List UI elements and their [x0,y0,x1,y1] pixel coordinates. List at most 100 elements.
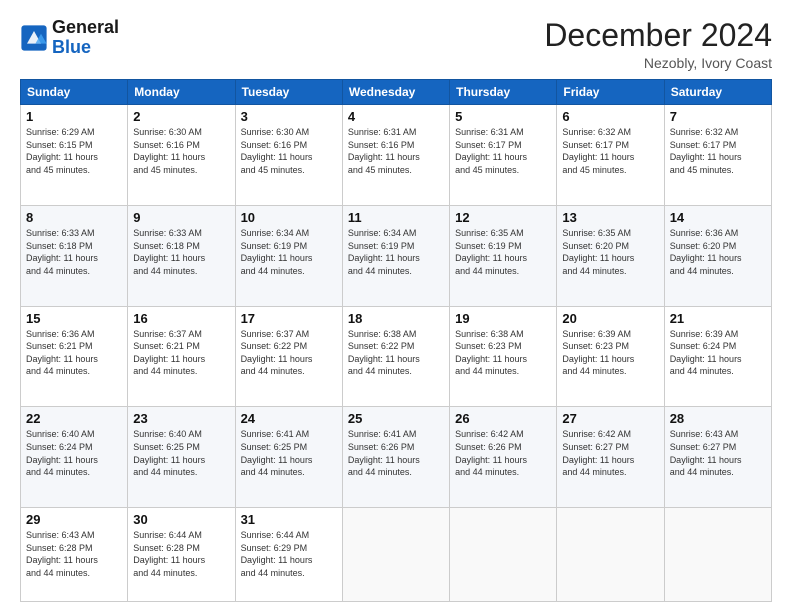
table-row: 8Sunrise: 6:33 AM Sunset: 6:18 PM Daylig… [21,205,128,306]
day-number: 29 [26,512,122,527]
day-number: 23 [133,411,229,426]
day-info: Sunrise: 6:41 AM Sunset: 6:25 PM Dayligh… [241,428,337,478]
table-row: 15 Sunrise: 6:36 AM Sunset: 6:21 PM Dayli… [21,306,128,407]
day-info: Sunrise: 6:34 AM Sunset: 6:19 PM Dayligh… [241,227,337,277]
day-info: Sunrise: 6:44 AM Sunset: 6:28 PM Dayligh… [133,529,229,579]
day-number: 13 [562,210,658,225]
day-info: Sunrise: 6:38 AM Sunset: 6:23 PM Dayligh… [455,328,551,378]
day-info: Sunrise: 6:39 AM Sunset: 6:24 PM Dayligh… [670,328,766,378]
table-row: 23Sunrise: 6:40 AM Sunset: 6:25 PM Dayli… [128,407,235,508]
table-row: 22 Sunrise: 6:40 AM Sunset: 6:24 PM Dayli… [21,407,128,508]
table-row [664,508,771,602]
col-sunday: Sunday [21,80,128,105]
table-row: 3 Sunrise: 6:30 AM Sunset: 6:16 PM Daylig… [235,105,342,206]
day-number: 20 [562,311,658,326]
day-info: Sunrise: 6:35 AM Sunset: 6:20 PM Dayligh… [562,227,658,277]
day-info: Sunrise: 6:30 AM Sunset: 6:16 PM Dayligh… [241,126,337,176]
table-row: 24 Sunrise: 6:41 AM Sunset: 6:25 PM Dayli… [235,407,342,508]
day-number: 2 [133,109,229,124]
col-thursday: Thursday [450,80,557,105]
col-wednesday: Wednesday [342,80,449,105]
col-saturday: Saturday [664,80,771,105]
day-number: 31 [241,512,337,527]
day-number: 17 [241,311,337,326]
day-info: Sunrise: 6:42 AM Sunset: 6:26 PM Dayligh… [455,428,551,478]
table-row: 6 Sunrise: 6:32 AM Sunset: 6:17 PM Daylig… [557,105,664,206]
day-info: Sunrise: 6:36 AM Sunset: 6:20 PM Dayligh… [670,227,766,277]
day-info: Sunrise: 6:30 AM Sunset: 6:16 PM Dayligh… [133,126,229,176]
logo: General Blue [20,18,119,58]
day-info: Sunrise: 6:43 AM Sunset: 6:28 PM Dayligh… [26,529,122,579]
table-row: 17 Sunrise: 6:37 AM Sunset: 6:22 PM Dayli… [235,306,342,407]
day-info: Sunrise: 6:32 AM Sunset: 6:17 PM Dayligh… [562,126,658,176]
calendar-page: General Blue December 2024 Nezobly, Ivor… [0,0,792,612]
table-row: 7Sunrise: 6:32 AM Sunset: 6:17 PM Daylig… [664,105,771,206]
day-info: Sunrise: 6:41 AM Sunset: 6:26 PM Dayligh… [348,428,444,478]
col-monday: Monday [128,80,235,105]
table-row: 26 Sunrise: 6:42 AM Sunset: 6:26 PM Dayli… [450,407,557,508]
day-info: Sunrise: 6:29 AM Sunset: 6:15 PM Dayligh… [26,126,122,176]
day-number: 30 [133,512,229,527]
day-number: 1 [26,109,122,124]
table-row: 9 Sunrise: 6:33 AM Sunset: 6:18 PM Daylig… [128,205,235,306]
col-tuesday: Tuesday [235,80,342,105]
day-info: Sunrise: 6:43 AM Sunset: 6:27 PM Dayligh… [670,428,766,478]
day-info: Sunrise: 6:31 AM Sunset: 6:17 PM Dayligh… [455,126,551,176]
day-number: 15 [26,311,122,326]
month-title: December 2024 [544,18,772,53]
logo-icon [20,24,48,52]
table-row: 1 Sunrise: 6:29 AM Sunset: 6:15 PM Daylig… [21,105,128,206]
title-area: December 2024 Nezobly, Ivory Coast [544,18,772,71]
day-info: Sunrise: 6:39 AM Sunset: 6:23 PM Dayligh… [562,328,658,378]
calendar-header-row: Sunday Monday Tuesday Wednesday Thursday… [21,80,772,105]
day-number: 7 [670,109,766,124]
day-number: 16 [133,311,229,326]
table-row [342,508,449,602]
table-row: 12Sunrise: 6:35 AM Sunset: 6:19 PM Dayli… [450,205,557,306]
logo-text: General Blue [52,18,119,58]
table-row: 27 Sunrise: 6:42 AM Sunset: 6:27 PM Dayli… [557,407,664,508]
location: Nezobly, Ivory Coast [544,55,772,71]
table-row: 25Sunrise: 6:41 AM Sunset: 6:26 PM Dayli… [342,407,449,508]
table-row: 31Sunrise: 6:44 AM Sunset: 6:29 PM Dayli… [235,508,342,602]
day-number: 12 [455,210,551,225]
day-number: 26 [455,411,551,426]
table-row: 2 Sunrise: 6:30 AM Sunset: 6:16 PM Daylig… [128,105,235,206]
day-number: 5 [455,109,551,124]
day-number: 3 [241,109,337,124]
table-row: 30 Sunrise: 6:44 AM Sunset: 6:28 PM Dayli… [128,508,235,602]
table-row [450,508,557,602]
col-friday: Friday [557,80,664,105]
table-row: 16 Sunrise: 6:37 AM Sunset: 6:21 PM Dayli… [128,306,235,407]
day-number: 9 [133,210,229,225]
table-row: 21Sunrise: 6:39 AM Sunset: 6:24 PM Dayli… [664,306,771,407]
day-number: 4 [348,109,444,124]
day-number: 10 [241,210,337,225]
day-info: Sunrise: 6:33 AM Sunset: 6:18 PM Dayligh… [133,227,229,277]
table-row: 18Sunrise: 6:38 AM Sunset: 6:22 PM Dayli… [342,306,449,407]
day-number: 8 [26,210,122,225]
calendar-table: Sunday Monday Tuesday Wednesday Thursday… [20,79,772,602]
day-info: Sunrise: 6:38 AM Sunset: 6:22 PM Dayligh… [348,328,444,378]
table-row: 11 Sunrise: 6:34 AM Sunset: 6:19 PM Dayli… [342,205,449,306]
table-row: 29 Sunrise: 6:43 AM Sunset: 6:28 PM Dayli… [21,508,128,602]
day-info: Sunrise: 6:36 AM Sunset: 6:21 PM Dayligh… [26,328,122,378]
table-row: 20 Sunrise: 6:39 AM Sunset: 6:23 PM Dayli… [557,306,664,407]
day-info: Sunrise: 6:40 AM Sunset: 6:24 PM Dayligh… [26,428,122,478]
day-number: 6 [562,109,658,124]
day-number: 22 [26,411,122,426]
day-info: Sunrise: 6:34 AM Sunset: 6:19 PM Dayligh… [348,227,444,277]
table-row: 5 Sunrise: 6:31 AM Sunset: 6:17 PM Daylig… [450,105,557,206]
page-header: General Blue December 2024 Nezobly, Ivor… [20,18,772,71]
day-number: 14 [670,210,766,225]
table-row: 4Sunrise: 6:31 AM Sunset: 6:16 PM Daylig… [342,105,449,206]
table-row: 19Sunrise: 6:38 AM Sunset: 6:23 PM Dayli… [450,306,557,407]
day-number: 28 [670,411,766,426]
day-info: Sunrise: 6:42 AM Sunset: 6:27 PM Dayligh… [562,428,658,478]
day-number: 11 [348,210,444,225]
day-number: 24 [241,411,337,426]
day-info: Sunrise: 6:37 AM Sunset: 6:21 PM Dayligh… [133,328,229,378]
day-number: 27 [562,411,658,426]
table-row: 14 Sunrise: 6:36 AM Sunset: 6:20 PM Dayli… [664,205,771,306]
day-info: Sunrise: 6:37 AM Sunset: 6:22 PM Dayligh… [241,328,337,378]
